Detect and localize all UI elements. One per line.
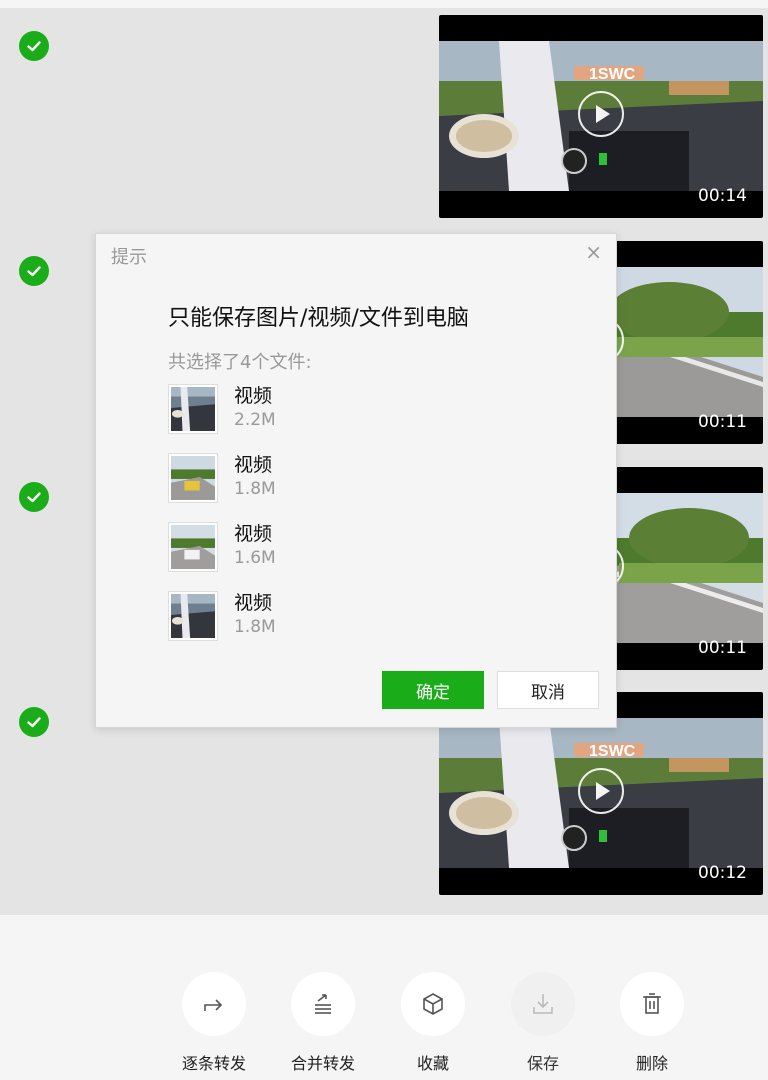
- cancel-button[interactable]: 取消: [497, 671, 599, 709]
- message-select-check-icon[interactable]: [19, 256, 49, 286]
- file-size: 1.8M: [234, 617, 276, 637]
- save-files-dialog: 提示 × 只能保存图片/视频/文件到电脑 共选择了4个文件: 视频 2.2M 视…: [95, 233, 617, 728]
- play-icon[interactable]: [578, 91, 624, 137]
- merge-forward-icon: [315, 994, 331, 1014]
- file-name: 视频: [234, 523, 273, 545]
- file-thumbnail: [168, 522, 218, 572]
- action-label: 合并转发: [290, 1054, 355, 1073]
- close-icon[interactable]: ×: [585, 240, 602, 264]
- favorite-button[interactable]: 收藏: [393, 972, 473, 1074]
- forward-one-by-one-button[interactable]: 逐条转发: [174, 972, 254, 1074]
- dialog-subheading: 共选择了4个文件:: [168, 352, 312, 373]
- dialog-heading: 只能保存图片/视频/文件到电脑: [168, 306, 469, 331]
- action-label: 保存: [526, 1054, 559, 1073]
- cube-favorite-icon: [423, 993, 443, 1015]
- svg-text:1SWC: 1SWC: [589, 743, 636, 760]
- video-message[interactable]: 1SWC 00:14: [439, 15, 763, 218]
- action-label: 收藏: [416, 1054, 449, 1073]
- message-select-check-icon[interactable]: [19, 31, 49, 61]
- file-thumbnail: [168, 453, 218, 503]
- video-duration: 00:14: [698, 186, 747, 206]
- file-size: 1.6M: [234, 548, 276, 568]
- file-name: 视频: [234, 592, 273, 614]
- file-size: 1.8M: [234, 479, 276, 499]
- file-name: 视频: [234, 385, 273, 407]
- video-duration: 00:12: [698, 863, 747, 883]
- top-bar: [0, 0, 768, 8]
- file-item: 视频 1.8M: [168, 453, 468, 505]
- file-thumbnail: [168, 384, 218, 434]
- file-item: 视频 2.2M: [168, 384, 468, 436]
- trash-icon: [643, 993, 661, 1014]
- message-select-check-icon[interactable]: [19, 707, 49, 737]
- dialog-title: 提示: [111, 247, 147, 268]
- file-item: 视频 1.8M: [168, 591, 468, 643]
- multi-select-action-bar: 逐条转发 合并转发 收藏 保存 删除: [0, 915, 768, 1080]
- download-icon: [533, 994, 553, 1014]
- file-item: 视频 1.6M: [168, 522, 468, 574]
- file-name: 视频: [234, 454, 273, 476]
- svg-text:1SWC: 1SWC: [589, 66, 636, 83]
- video-duration: 00:11: [698, 638, 747, 658]
- forward-icon: [204, 999, 223, 1011]
- message-select-check-icon[interactable]: [19, 482, 49, 512]
- video-duration: 00:11: [698, 412, 747, 432]
- action-label: 删除: [635, 1054, 668, 1073]
- play-icon[interactable]: [578, 768, 624, 814]
- confirm-button[interactable]: 确定: [382, 671, 484, 709]
- merge-forward-button[interactable]: 合并转发: [283, 972, 363, 1074]
- save-button[interactable]: 保存: [503, 972, 583, 1074]
- delete-button[interactable]: 删除: [612, 972, 692, 1074]
- action-label: 逐条转发: [181, 1054, 246, 1073]
- file-size: 2.2M: [234, 410, 276, 430]
- file-thumbnail: [168, 591, 218, 641]
